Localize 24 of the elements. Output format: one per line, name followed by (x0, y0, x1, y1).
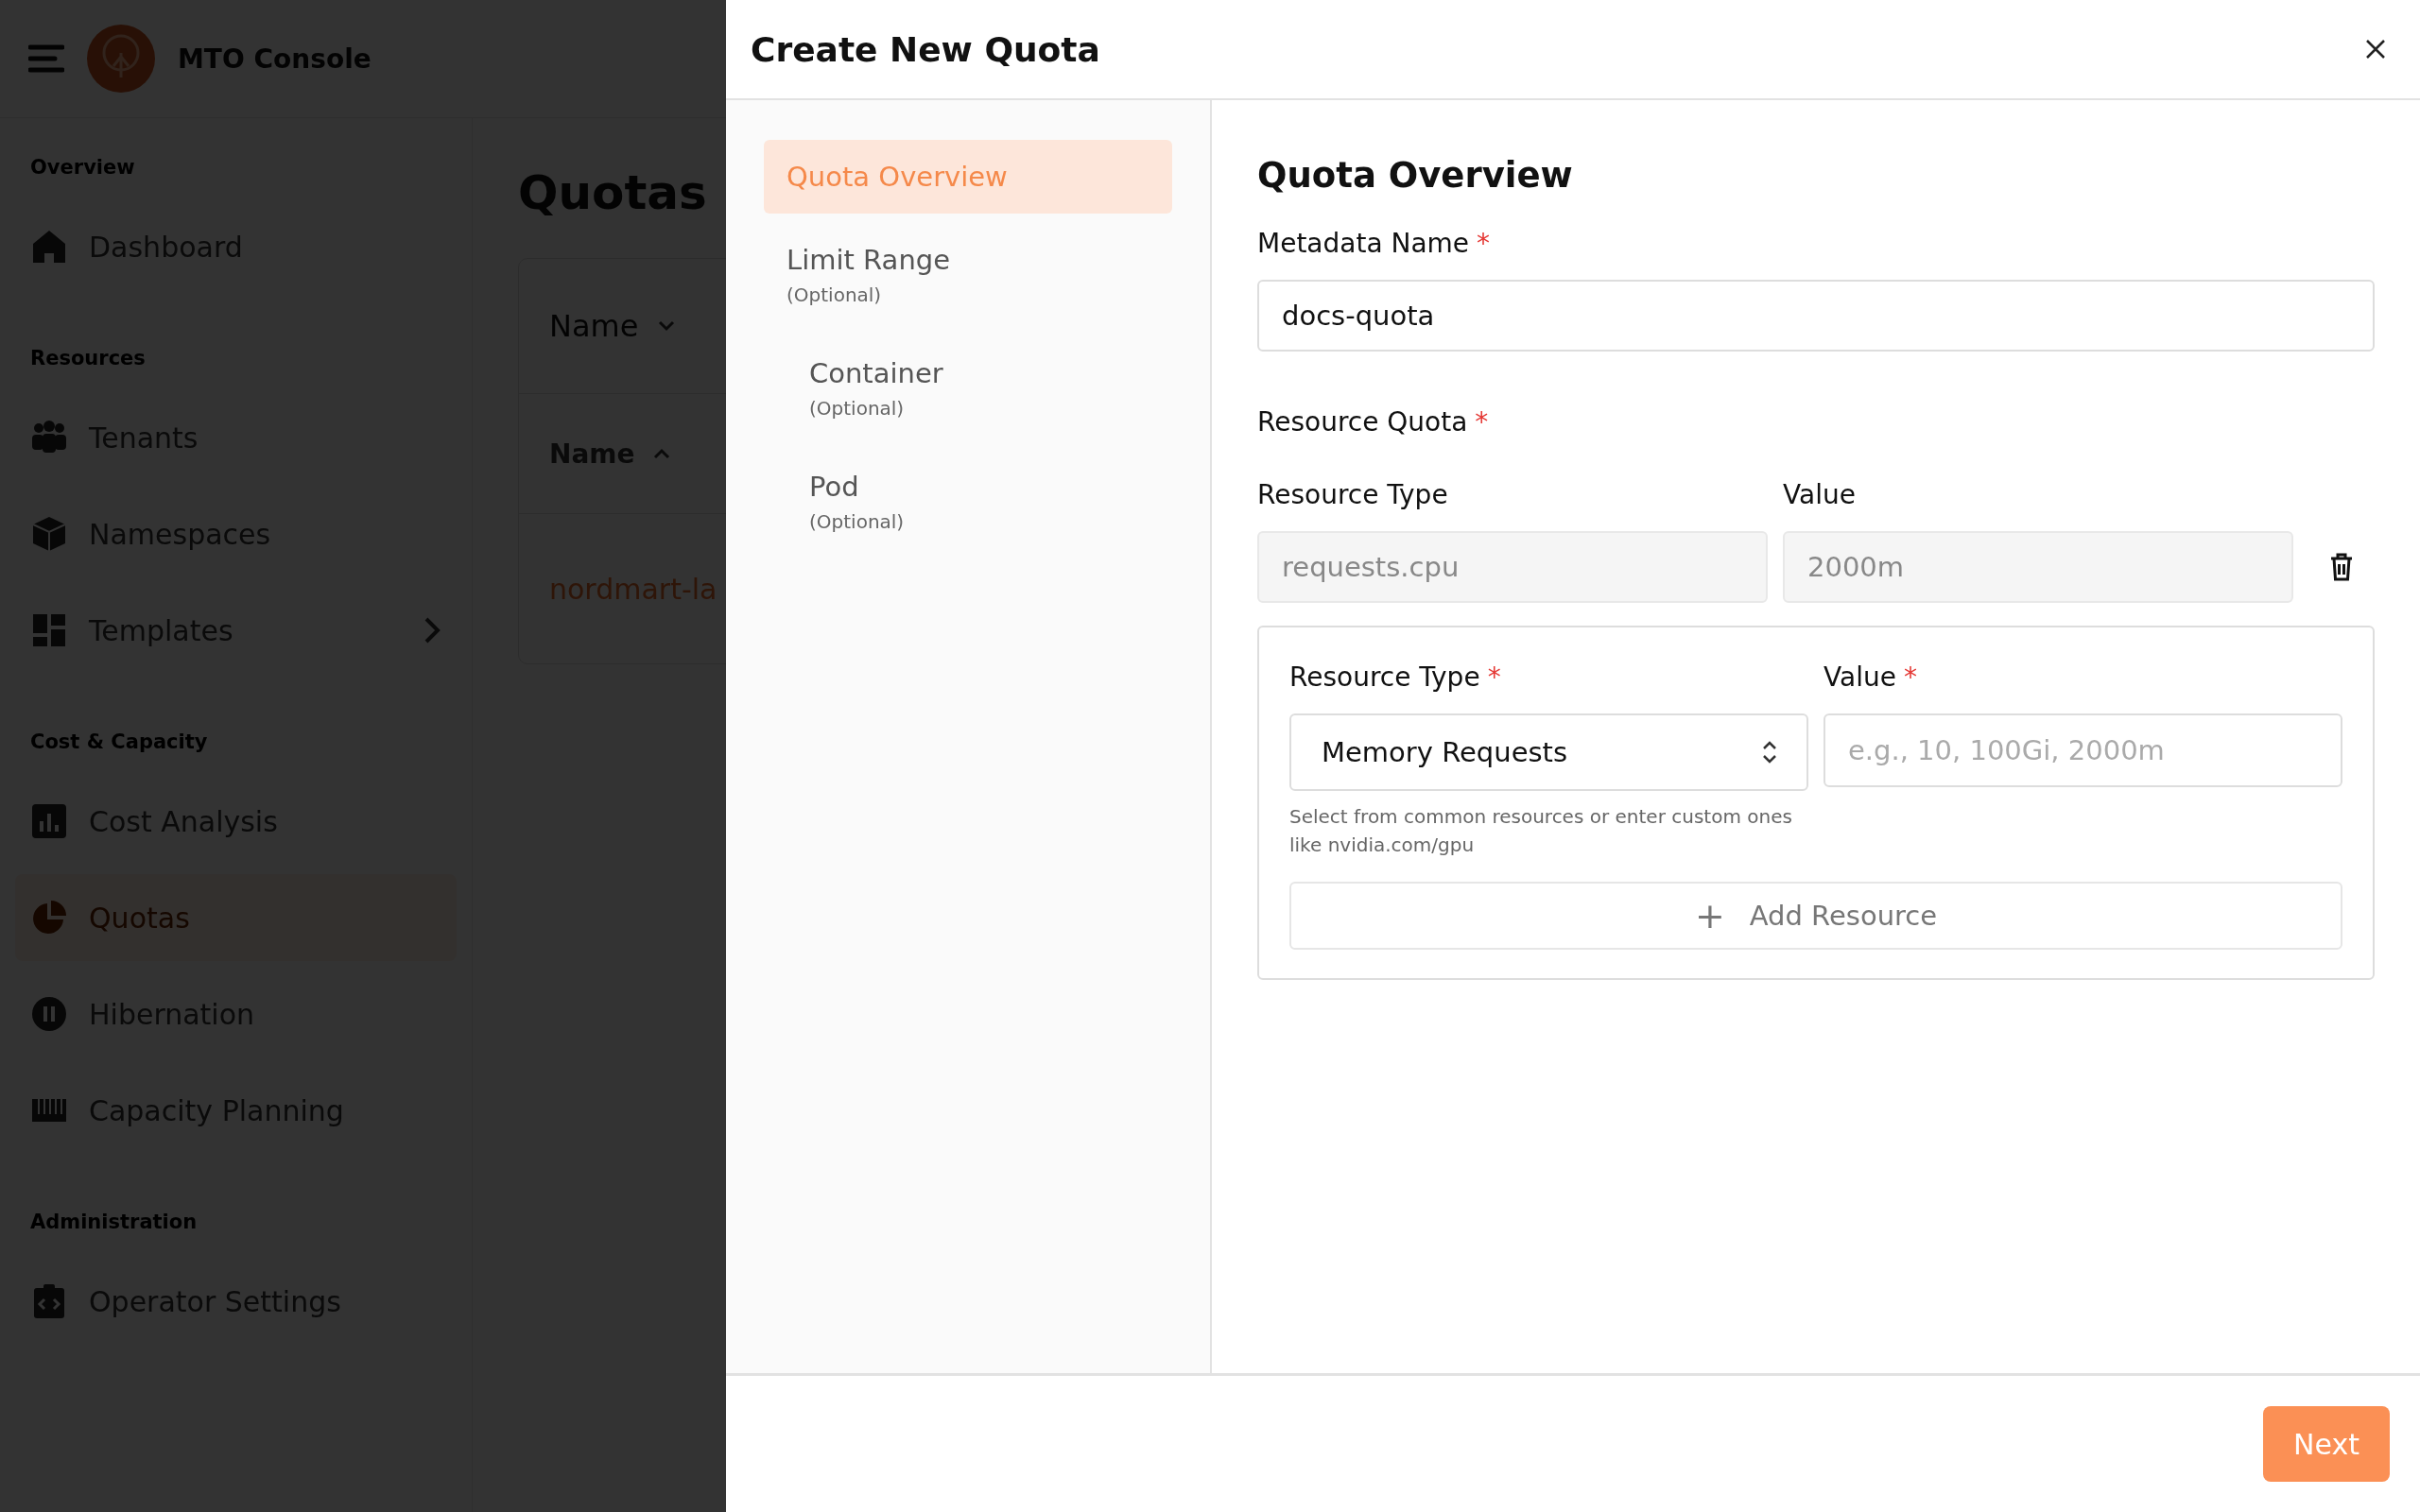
required-mark: * (1487, 662, 1501, 693)
add-resource-button[interactable]: + Add Resource (1289, 882, 2342, 950)
helper-text: Select from common resources or enter custom ones like nvidia.com/gpu (1289, 804, 1793, 858)
value-field[interactable]: e.g., 10, 100Gi, 2000m (1824, 713, 2342, 787)
step-item[interactable]: Pod (Optional) (786, 450, 1172, 554)
required-mark: * (1475, 406, 1489, 438)
value-field[interactable]: 2000m (1783, 531, 2293, 603)
required-mark: * (1477, 228, 1491, 259)
field-label: Metadata Name (1257, 228, 1470, 259)
resource-type-field[interactable]: requests.cpu (1257, 531, 1768, 603)
field-label: Resource Quota (1257, 406, 1468, 438)
step-item[interactable]: Limit Range (Optional) (764, 223, 1172, 327)
dialog-title: Create New Quota (751, 29, 1100, 69)
section-heading: Quota Overview (1257, 155, 1574, 196)
required-mark: * (1903, 662, 1917, 693)
step-item[interactable]: Quota Overview (764, 140, 1172, 214)
step-item[interactable]: Container (Optional) (786, 336, 1172, 440)
field-label: Resource Type (1289, 662, 1480, 693)
name-field[interactable]: docs-quota (1257, 280, 2375, 352)
next-button[interactable]: Next (2263, 1406, 2390, 1482)
field-label: Value (1783, 479, 1856, 510)
field-label: Value (1824, 662, 1896, 693)
field-label: Resource Type (1257, 479, 1448, 510)
resource-type-select[interactable]: Memory Requests (1289, 713, 1808, 791)
